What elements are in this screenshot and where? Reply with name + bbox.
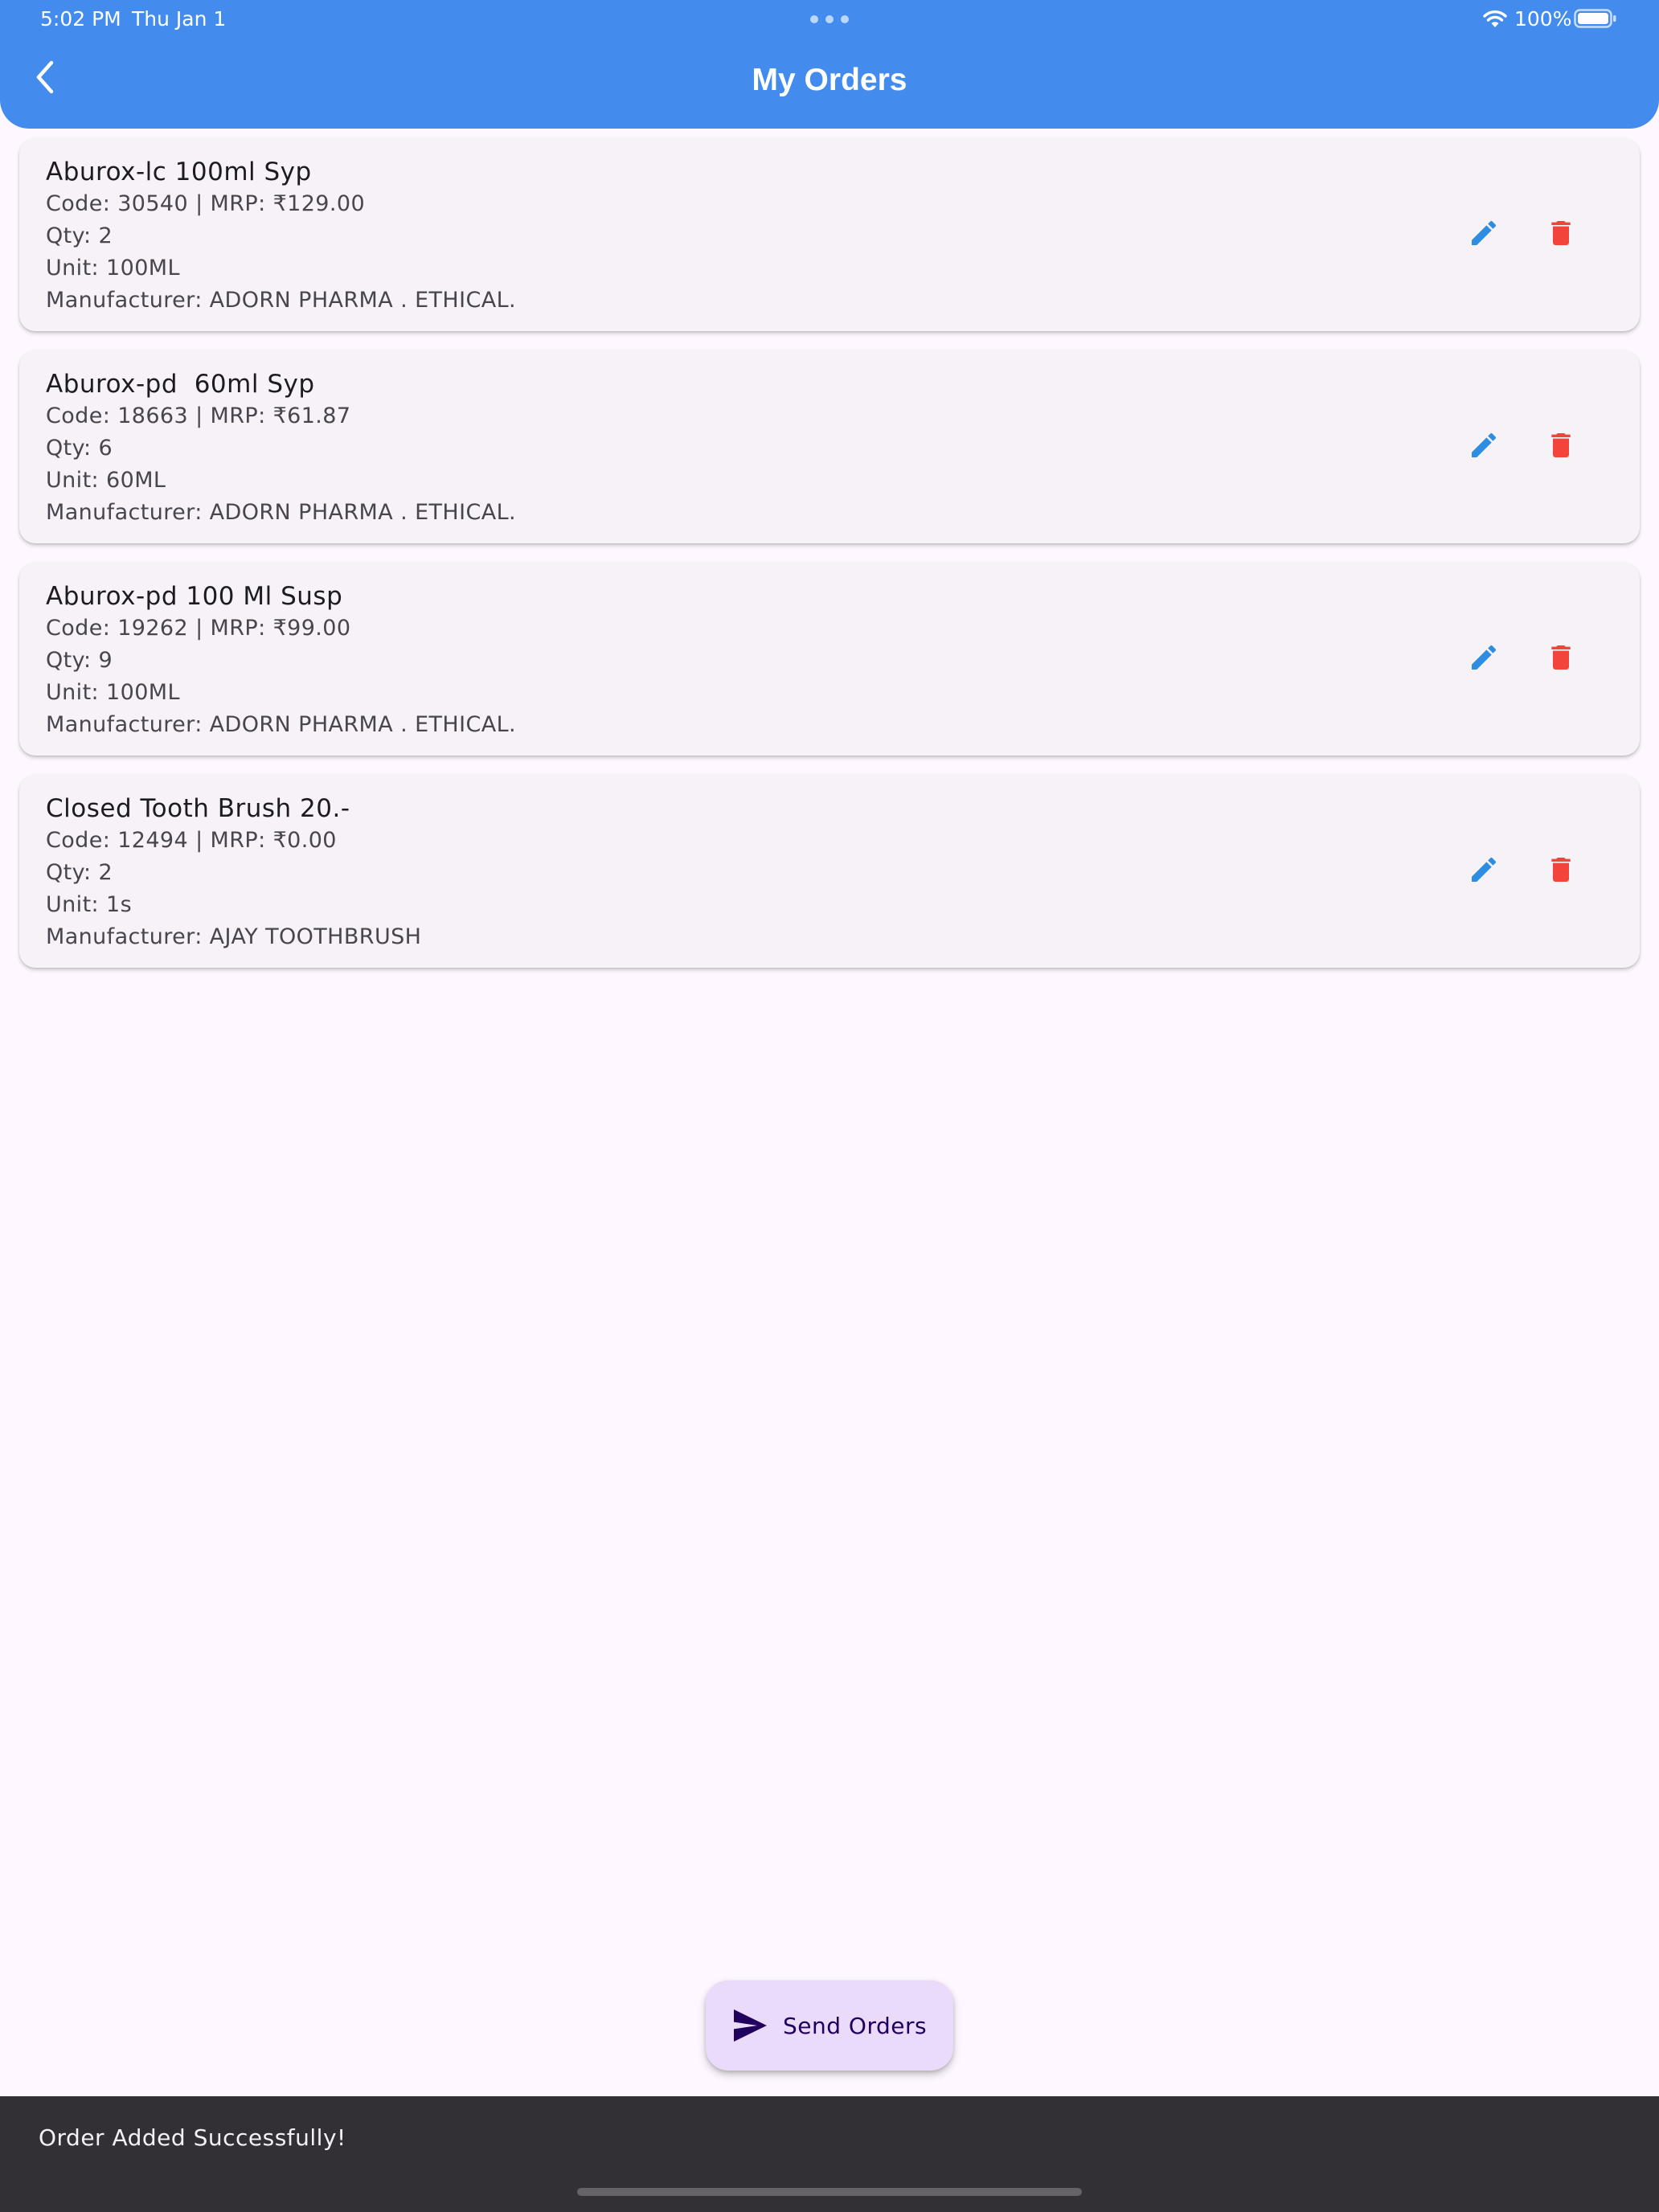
order-unit: Unit: 1s xyxy=(46,892,133,917)
page-title: My Orders xyxy=(752,63,907,97)
status-date: Thu Jan 1 xyxy=(132,7,227,31)
order-code-mrp: Code: 12494 | MRP: ₹0.00 xyxy=(46,828,337,853)
pencil-icon xyxy=(1472,220,1497,245)
order-qty: Qty: 2 xyxy=(46,223,113,248)
order-card: Aburox-lc 100ml Syp Code: 30540 | MRP: ₹… xyxy=(19,138,1640,331)
order-card: Closed Tooth Brush 20.- Code: 12494 | MR… xyxy=(19,775,1640,968)
trash-icon xyxy=(1551,645,1571,670)
edit-order-button[interactable] xyxy=(1461,847,1506,892)
app-bar: 5:02 PM Thu Jan 1 100% My Orders xyxy=(0,0,1659,129)
trash-icon xyxy=(1551,858,1571,882)
edit-order-button[interactable] xyxy=(1461,423,1506,468)
order-name: Aburox-pd 100 Ml Susp xyxy=(46,582,343,611)
order-manufacturer: Manufacturer: AJAY TOOTHBRUSH xyxy=(46,924,422,949)
order-name: Aburox-lc 100ml Syp xyxy=(46,158,312,186)
order-name: Aburox-pd 60ml Syp xyxy=(46,370,315,399)
pencil-icon xyxy=(1472,857,1497,882)
order-code-mrp: Code: 18663 | MRP: ₹61.87 xyxy=(46,403,351,428)
battery-percentage: 100% xyxy=(1514,7,1572,31)
multitasking-dots-icon[interactable] xyxy=(810,15,849,23)
snackbar-message: Order Added Successfully! xyxy=(39,2124,346,2151)
pencil-icon xyxy=(1472,432,1497,457)
wifi-icon xyxy=(1483,10,1507,27)
send-icon xyxy=(734,2009,767,2042)
order-manufacturer: Manufacturer: ADORN PHARMA . ETHICAL. xyxy=(46,712,517,737)
home-indicator[interactable] xyxy=(577,2188,1082,2196)
trash-icon xyxy=(1551,433,1571,457)
status-time: 5:02 PM xyxy=(40,7,121,31)
pencil-icon xyxy=(1472,645,1497,670)
order-qty: Qty: 6 xyxy=(46,436,113,461)
order-qty: Qty: 9 xyxy=(46,648,113,673)
order-code-mrp: Code: 30540 | MRP: ₹129.00 xyxy=(46,191,366,216)
order-manufacturer: Manufacturer: ADORN PHARMA . ETHICAL. xyxy=(46,500,517,525)
order-unit: Unit: 100ML xyxy=(46,256,180,281)
order-card: Aburox-pd 100 Ml Susp Code: 19262 | MRP:… xyxy=(19,563,1640,756)
delete-order-button[interactable] xyxy=(1538,211,1583,256)
delete-order-button[interactable] xyxy=(1538,635,1583,680)
order-code-mrp: Code: 19262 | MRP: ₹99.00 xyxy=(46,616,351,641)
send-orders-label: Send Orders xyxy=(783,2012,928,2039)
edit-order-button[interactable] xyxy=(1461,635,1506,680)
trash-icon xyxy=(1551,221,1571,245)
back-button[interactable] xyxy=(24,56,66,98)
edit-order-button[interactable] xyxy=(1461,211,1506,256)
send-orders-button[interactable]: Send Orders xyxy=(706,1981,953,2071)
order-name: Closed Tooth Brush 20.- xyxy=(46,794,350,823)
delete-order-button[interactable] xyxy=(1538,847,1583,892)
chevron-left-icon xyxy=(36,60,54,94)
order-unit: Unit: 100ML xyxy=(46,680,180,705)
order-qty: Qty: 2 xyxy=(46,860,113,885)
delete-order-button[interactable] xyxy=(1538,423,1583,468)
order-unit: Unit: 60ML xyxy=(46,468,166,493)
battery-icon xyxy=(1574,9,1616,28)
order-list: Aburox-lc 100ml Syp Code: 30540 | MRP: ₹… xyxy=(19,138,1640,987)
order-card: Aburox-pd 60ml Syp Code: 18663 | MRP: ₹6… xyxy=(19,350,1640,543)
order-manufacturer: Manufacturer: ADORN PHARMA . ETHICAL. xyxy=(46,288,517,313)
